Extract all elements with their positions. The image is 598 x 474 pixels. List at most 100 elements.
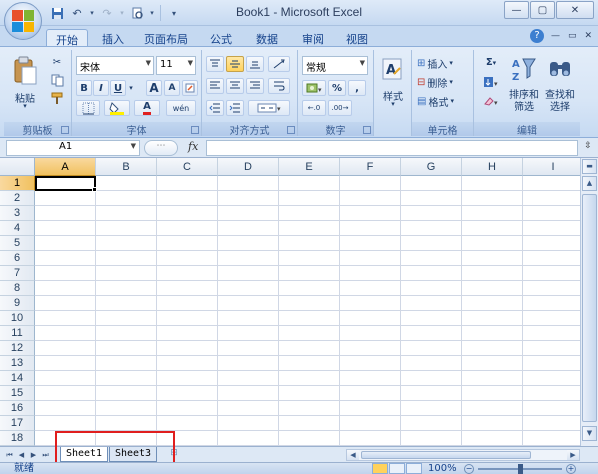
zoom-in-icon[interactable]: + [566,464,576,474]
formula-splitter-icon[interactable]: ⋯ [144,140,178,156]
row-header-14[interactable]: 14 [0,371,35,386]
number-format-dropdown-icon[interactable]: ▼ [360,59,365,67]
last-sheet-icon[interactable]: ⏭ [40,449,51,461]
font-size-dropdown-icon[interactable]: ▼ [188,59,193,67]
autosum-button[interactable]: Σ ▾ [478,54,504,71]
orientation-icon[interactable] [268,56,290,72]
vertical-scrollbar[interactable]: ▬ ▲ ▼ [580,158,598,446]
ribbon-restore-icon[interactable]: ▭ [568,31,577,41]
percent-button[interactable]: % [328,80,346,96]
row-header-9[interactable]: 9 [0,296,35,311]
zoom-slider-thumb[interactable] [518,464,523,474]
ribbon-minimize-icon[interactable]: — [551,31,560,41]
comma-button[interactable]: , [348,80,366,96]
row-header-4[interactable]: 4 [0,221,35,236]
font-color-icon[interactable]: A [134,100,160,116]
copy-icon[interactable] [48,72,66,89]
insert-cells-button[interactable]: ⊞ 插入 ▾ [416,54,470,72]
office-button[interactable] [4,2,42,40]
zoom-out-icon[interactable]: − [464,464,474,474]
cut-icon[interactable]: ✂ [48,54,66,71]
row-header-7[interactable]: 7 [0,266,35,281]
italic-button[interactable]: I [93,80,109,96]
currency-icon[interactable]: ▾ [302,80,326,96]
row-header-18[interactable]: 18 [0,431,35,446]
row-header-2[interactable]: 2 [0,191,35,206]
row-header-1[interactable]: 1 [0,176,35,191]
close-icon[interactable]: ✕ [556,1,594,19]
decrease-indent-icon[interactable] [206,100,224,116]
row-header-12[interactable]: 12 [0,341,35,356]
fill-icon[interactable]: ▾ [478,73,504,90]
align-top-icon[interactable] [206,56,224,72]
grow-font-button[interactable]: A [146,80,162,96]
number-launcher-icon[interactable] [363,126,371,134]
number-format-combo[interactable]: 常规 ▼ [302,56,368,75]
column-header-g[interactable]: G [401,158,462,176]
next-sheet-icon[interactable]: ▶ [28,449,39,461]
decrease-decimal-icon[interactable]: .00→ [328,100,352,116]
clear-icon[interactable]: ▾ [478,92,504,109]
row-header-6[interactable]: 6 [0,251,35,266]
delete-cells-button[interactable]: ⊟ 删除 ▾ [416,73,470,91]
row-header-11[interactable]: 11 [0,326,35,341]
underline-dropdown-icon[interactable]: ▾ [127,80,135,96]
font-size-combo[interactable]: 11 ▼ [156,56,196,75]
fill-color-icon[interactable] [104,100,130,116]
shrink-font-button[interactable]: A [164,80,180,96]
paste-dropdown-icon[interactable]: ▾ [20,102,30,110]
row-header-10[interactable]: 10 [0,311,35,326]
scroll-right-icon[interactable]: ▶ [567,450,579,460]
column-header-i[interactable]: I [523,158,580,176]
row-header-13[interactable]: 13 [0,356,35,371]
select-all-corner[interactable] [0,158,35,176]
styles-dropdown-icon[interactable]: ▾ [376,100,410,108]
column-header-b[interactable]: B [96,158,157,176]
paste-icon[interactable] [10,54,40,88]
name-box-dropdown-icon[interactable]: ▼ [131,142,136,150]
bold-button[interactable]: B [76,80,92,96]
clear-format-icon[interactable] [182,80,198,96]
column-header-f[interactable]: F [340,158,401,176]
column-header-e[interactable]: E [279,158,340,176]
increase-decimal-icon[interactable]: ←.0 [302,100,326,116]
zoom-level[interactable]: 100% [428,463,457,474]
font-name-combo[interactable]: 宋体 ▼ [76,56,154,75]
scroll-up-icon[interactable]: ▲ [582,176,597,191]
merge-center-icon[interactable]: ▾ [248,100,290,116]
vertical-scroll-thumb[interactable] [582,194,597,422]
underline-button[interactable]: U [110,80,126,96]
column-header-d[interactable]: D [218,158,279,176]
row-header-17[interactable]: 17 [0,416,35,431]
fill-handle[interactable] [92,187,97,192]
align-center-icon[interactable] [226,78,244,94]
row-header-8[interactable]: 8 [0,281,35,296]
page-break-preview-icon[interactable] [406,463,422,474]
column-header-c[interactable]: C [157,158,218,176]
font-launcher-icon[interactable] [191,126,199,134]
name-box[interactable]: A1 ▼ [6,140,140,156]
prev-sheet-icon[interactable]: ◀ [16,449,27,461]
clipboard-launcher-icon[interactable] [61,126,69,134]
active-cell[interactable] [35,176,96,191]
scroll-left-icon[interactable]: ◀ [347,450,359,460]
alignment-launcher-icon[interactable] [287,126,295,134]
align-bottom-icon[interactable] [246,56,264,72]
restore-icon[interactable]: ▢ [530,1,555,19]
wrap-text-icon[interactable] [268,78,290,94]
borders-icon[interactable] [76,100,100,116]
worksheet-grid[interactable]: ABCDEFGHI 1 2 3 4 5 6 7 8 9 10 11 12 13 14 15 16 17 18 [0,158,580,446]
minimize-icon[interactable]: — [504,1,529,19]
find-select-icon[interactable] [544,54,576,84]
expand-formula-bar-icon[interactable]: ⇳ [582,141,594,155]
increase-indent-icon[interactable] [226,100,244,116]
row-header-3[interactable]: 3 [0,206,35,221]
page-layout-view-icon[interactable] [389,463,405,474]
column-header-a[interactable]: A [35,158,96,176]
insert-function-button[interactable]: fx [188,140,198,153]
normal-view-icon[interactable] [372,463,388,474]
align-left-icon[interactable] [206,78,224,94]
horizontal-scroll-thumb[interactable] [361,451,531,459]
format-painter-icon[interactable] [48,90,66,107]
formula-input[interactable] [206,140,578,156]
